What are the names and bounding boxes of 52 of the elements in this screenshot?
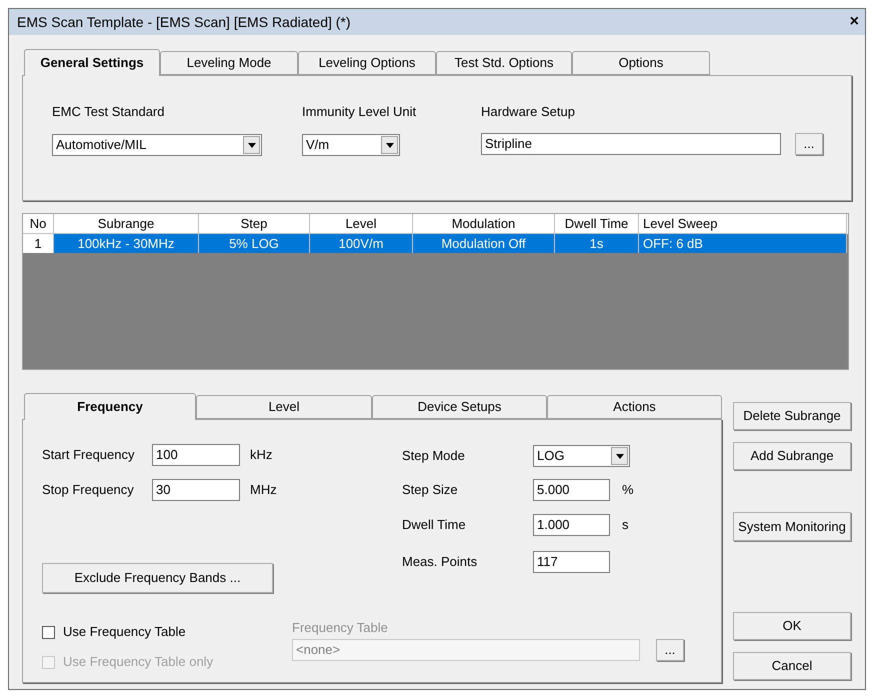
field-label: EMC Test Standard — [52, 103, 166, 118]
button[interactable]: Delete Subrange — [733, 402, 851, 430]
field-label: Step Size — [402, 481, 459, 500]
field-label: Start Frequency — [42, 446, 136, 464]
checkbox-label: Use Frequency Table only — [63, 653, 214, 672]
dropdown[interactable]: Automotive/MIL — [52, 134, 262, 156]
input-field[interactable]: 5.000 — [533, 479, 610, 501]
field-label: Step Mode — [402, 447, 466, 466]
button[interactable]: Cancel — [733, 652, 851, 680]
tab[interactable]: General Settings — [24, 49, 160, 76]
button[interactable]: Add Subrange — [733, 442, 851, 470]
input-field[interactable]: 30 — [152, 479, 240, 501]
tab[interactable]: Leveling Mode — [160, 51, 298, 75]
tab[interactable]: Options — [572, 51, 710, 75]
unit-label: MHz — [250, 481, 277, 500]
unit-label: s — [622, 516, 628, 534]
checkbox-label: Use Frequency Table — [63, 623, 186, 642]
tab[interactable]: Device Setups — [372, 395, 547, 419]
input-field[interactable]: Stripline — [481, 133, 781, 155]
table-cell: OFF: 6 dB — [639, 234, 847, 253]
tab[interactable]: Actions — [547, 395, 722, 419]
table-cell: 5% LOG — [199, 234, 310, 253]
tab[interactable]: Level — [196, 395, 372, 419]
input-field[interactable]: 1.000 — [533, 514, 610, 536]
field-label: Frequency Table — [292, 619, 389, 637]
table-row[interactable]: 1 100kHz - 30MHz 5% LOG 100V/m Modulation Off 1s OFF: 6 dB — [23, 234, 848, 253]
table-cell: 100kHz - 30MHz — [54, 234, 199, 253]
tab[interactable]: Leveling Options — [298, 51, 436, 75]
close-button[interactable]: × — [850, 14, 859, 30]
table-cell: Modulation Off — [413, 234, 555, 253]
tab[interactable]: Test Std. Options — [436, 51, 572, 75]
table-cell: 100V/m — [310, 234, 413, 253]
field-label: Hardware Setup — [481, 103, 576, 118]
input-field[interactable]: 117 — [533, 551, 610, 573]
button[interactable]: OK — [733, 612, 851, 640]
tab[interactable]: Frequency — [24, 393, 196, 420]
table-cell: 1s — [555, 234, 639, 253]
field-label: Immunity Level Unit — [302, 103, 418, 118]
unit-label: kHz — [250, 446, 272, 464]
window-title: EMS Scan Template - [EMS Scan] [EMS Radiated] (*) — [17, 12, 351, 32]
checkbox[interactable] — [42, 626, 55, 638]
field-label: Dwell Time — [402, 516, 467, 534]
unit-label: % — [622, 481, 634, 500]
button[interactable]: ... — [795, 132, 823, 155]
field-label: Meas. Points — [402, 553, 478, 572]
button[interactable]: System Monitoring — [733, 512, 851, 541]
table-cell: 1 — [23, 234, 54, 253]
field-label: Stop Frequency — [42, 481, 135, 500]
input-field[interactable]: 100 — [152, 444, 240, 466]
dropdown[interactable]: LOG — [533, 445, 630, 467]
button[interactable]: Exclude Frequency Bands ... — [42, 563, 273, 593]
dropdown[interactable]: V/m — [302, 134, 400, 156]
